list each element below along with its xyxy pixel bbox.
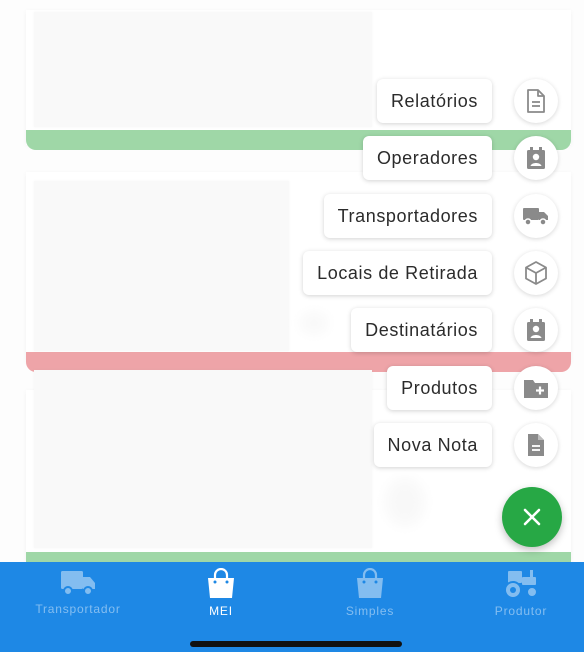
speed-dial-button-nova-nota[interactable] xyxy=(514,423,558,467)
speed-dial-button-operadores[interactable] xyxy=(514,136,558,180)
speed-dial-label-nova-nota[interactable]: Nova Nota xyxy=(373,423,492,467)
nav-item-mei[interactable]: MEI xyxy=(166,568,276,618)
nav-item-produtor[interactable]: Produtor xyxy=(466,568,576,618)
shopping-bag-icon xyxy=(357,568,383,598)
contact-badge-icon xyxy=(527,319,545,341)
truck-icon xyxy=(523,208,548,226)
scrim-overlay[interactable] xyxy=(0,0,584,562)
folder-plus-icon xyxy=(524,380,548,398)
speed-dial-label-locais-de-retirada[interactable]: Locais de Retirada xyxy=(303,251,492,295)
nav-item-transportador[interactable]: Transportador xyxy=(23,568,133,616)
tractor-icon xyxy=(504,570,538,599)
speed-dial-button-transportadores[interactable] xyxy=(514,194,558,238)
close-icon xyxy=(523,508,541,526)
speed-dial-close-button[interactable] xyxy=(502,487,562,547)
nav-label-produtor: Produtor xyxy=(494,604,548,618)
cube-outline-icon xyxy=(525,261,547,285)
contact-badge-icon xyxy=(527,147,545,169)
speed-dial-button-produtos[interactable] xyxy=(514,366,558,410)
nav-label-simples: Simples xyxy=(345,604,395,618)
speed-dial-label-operadores[interactable]: Operadores xyxy=(362,136,492,180)
nav-label-transportador: Transportador xyxy=(35,602,121,616)
speed-dial-label-relatorios[interactable]: Relatórios xyxy=(376,79,492,123)
speed-dial-button-locais-de-retirada[interactable] xyxy=(514,251,558,295)
speed-dial-label-produtos[interactable]: Produtos xyxy=(387,366,492,410)
nav-item-simples[interactable]: Simples xyxy=(315,568,425,618)
document-outline-icon xyxy=(527,89,545,113)
nav-label-mei: MEI xyxy=(209,604,233,618)
speed-dial-label-destinatarios[interactable]: Destinatários xyxy=(351,308,492,352)
speed-dial-button-relatorios[interactable] xyxy=(514,79,558,123)
app-screen: Relatórios Operadores Transportadores Lo… xyxy=(0,0,584,652)
speed-dial-label-transportadores[interactable]: Transportadores xyxy=(323,194,492,238)
shopping-bag-icon xyxy=(208,568,234,598)
document-filled-icon xyxy=(528,434,544,456)
home-indicator xyxy=(190,641,402,647)
speed-dial-button-destinatarios[interactable] xyxy=(514,308,558,352)
bottom-navigation: Transportador MEI Simples Produtor xyxy=(0,562,584,652)
truck-icon xyxy=(61,571,95,596)
